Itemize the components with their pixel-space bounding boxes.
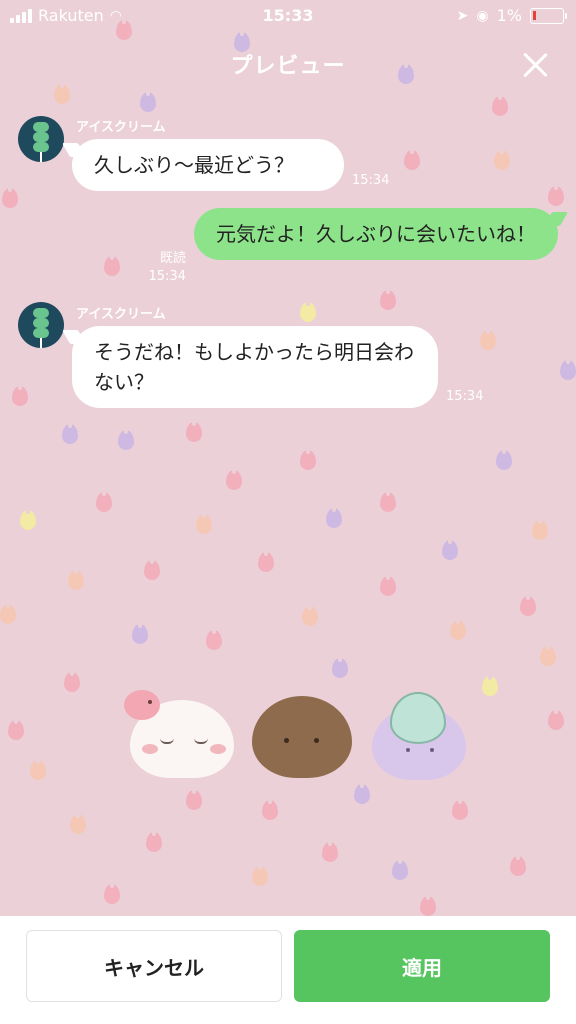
bird-character-illustration xyxy=(124,690,160,720)
battery-icon xyxy=(530,7,567,24)
read-receipt: 既読 xyxy=(159,251,186,266)
orientation-lock-icon: ◉ xyxy=(476,7,489,24)
sender-name: アイスクリーム xyxy=(76,307,166,322)
page-title: プレビュー xyxy=(230,54,346,79)
incoming-message-bubble: 久しぶり〜最近どう？ xyxy=(72,139,344,191)
theme-preview-area: Rakuten ◠ 15:33 ➤ ◉ 1% プレビュー アイスクリーム 久しぶ… xyxy=(0,0,576,916)
location-icon: ➤ xyxy=(456,7,469,24)
apply-button[interactable]: 適用 xyxy=(294,930,550,1002)
potato-character-illustration xyxy=(252,696,352,778)
sender-name: アイスクリーム xyxy=(76,120,166,135)
message-time: 15:34 xyxy=(148,269,186,284)
action-bar: キャンセル 適用 xyxy=(0,916,576,1024)
close-icon[interactable] xyxy=(520,50,550,80)
message-time: 15:34 xyxy=(352,173,390,188)
avatar[interactable] xyxy=(18,116,64,162)
incoming-message-bubble: そうだね！もしよかったら明日会わない？ xyxy=(72,326,438,408)
grape-character-illustration xyxy=(372,692,466,780)
outgoing-message-bubble: 元気だよ！久しぶりに会いたいね！ xyxy=(194,208,558,260)
battery-percent: 1% xyxy=(496,6,522,25)
avatar[interactable] xyxy=(18,302,64,348)
cancel-button[interactable]: キャンセル xyxy=(26,930,282,1002)
status-bar: Rakuten ◠ 15:33 ➤ ◉ 1% xyxy=(0,0,576,32)
message-time: 15:34 xyxy=(446,389,484,404)
